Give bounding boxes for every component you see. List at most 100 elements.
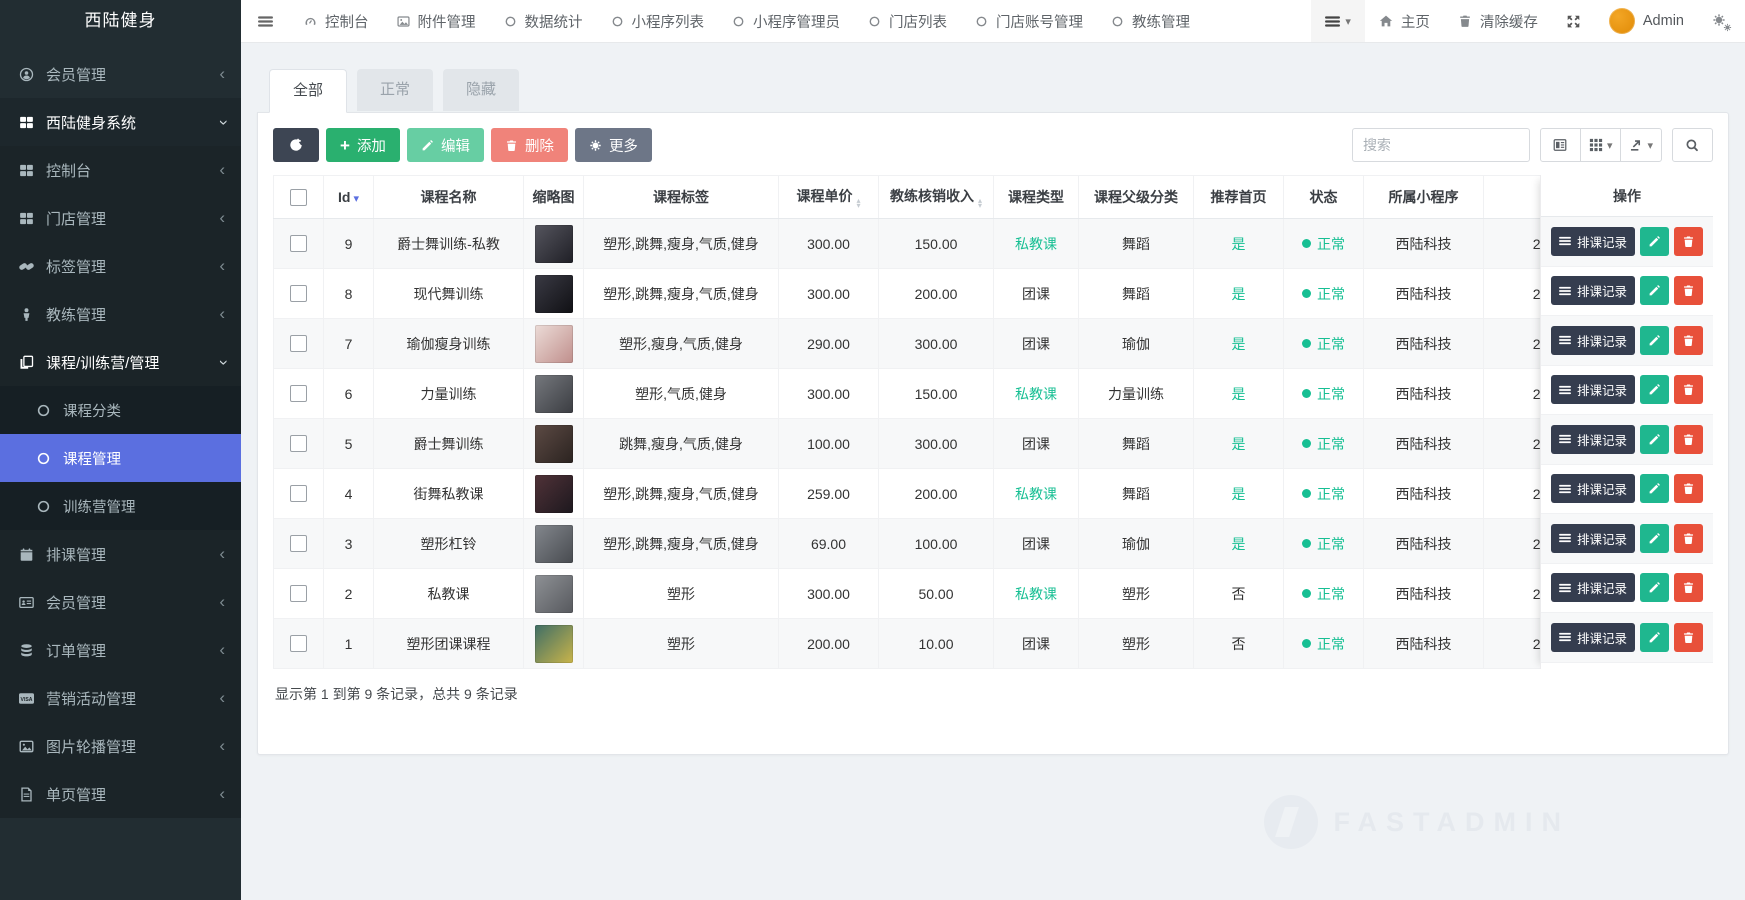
row-edit-button[interactable]: [1640, 573, 1669, 602]
card-view-button[interactable]: [1540, 128, 1581, 162]
topnav-item-attachment-management[interactable]: 附件管理: [383, 0, 490, 42]
course-thumbnail[interactable]: [535, 375, 573, 413]
sidebar-item-single-page-management[interactable]: 单页管理‹: [0, 770, 241, 818]
sidebar-item-member-management[interactable]: 会员管理‹: [0, 578, 241, 626]
row-checkbox[interactable]: [290, 585, 307, 602]
search-input[interactable]: [1352, 128, 1530, 162]
delete-button[interactable]: 删除: [491, 128, 568, 162]
row-delete-button[interactable]: [1674, 425, 1703, 454]
schedule-records-button[interactable]: 排课记录: [1551, 623, 1635, 652]
topnav-item-coach-management[interactable]: 教练管理: [1097, 0, 1204, 42]
topnav-item-dashboard[interactable]: 控制台: [290, 0, 383, 42]
row-edit-button[interactable]: [1640, 524, 1669, 553]
home-icon: [1379, 14, 1393, 28]
sidebar-item-banner-management[interactable]: 图片轮播管理‹: [0, 722, 241, 770]
sidebar-item-schedule-management[interactable]: 排课管理‹: [0, 530, 241, 578]
sidebar-item-course-management[interactable]: 课程管理: [0, 434, 241, 482]
sidebar-item-course-camp-management[interactable]: 课程/训练营/管理‹: [0, 338, 241, 386]
search-button[interactable]: [1672, 128, 1713, 162]
schedule-records-button[interactable]: 排课记录: [1551, 276, 1635, 305]
schedule-records-button[interactable]: 排课记录: [1551, 326, 1635, 355]
sidebar-item-tag-management[interactable]: 标签管理‹: [0, 242, 241, 290]
list-icon: [1559, 433, 1571, 445]
row-delete-button[interactable]: [1674, 276, 1703, 305]
row-checkbox[interactable]: [290, 335, 307, 352]
home-link[interactable]: 主页: [1365, 0, 1444, 42]
add-button[interactable]: + 添加: [326, 128, 400, 162]
row-edit-button[interactable]: [1640, 276, 1669, 305]
row-delete-button[interactable]: [1674, 623, 1703, 652]
sidebar-item-member-management-top[interactable]: 会员管理‹: [0, 50, 241, 98]
row-delete-button[interactable]: [1674, 524, 1703, 553]
row-checkbox[interactable]: [290, 535, 307, 552]
course-thumbnail[interactable]: [535, 325, 573, 363]
row-delete-button[interactable]: [1674, 227, 1703, 256]
watermark-text: FASTADMIN: [1334, 807, 1571, 838]
topnav-item-miniapp-list[interactable]: 小程序列表: [597, 0, 719, 42]
row-checkbox[interactable]: [290, 235, 307, 252]
sidebar-item-label: 图片轮播管理: [46, 736, 136, 757]
topnav-item-data-statistics[interactable]: 数据统计: [490, 0, 597, 42]
tab-2[interactable]: 隐藏: [443, 69, 519, 111]
column-header-income[interactable]: 教练核销收入▴▾: [879, 176, 994, 219]
column-header-price[interactable]: 课程单价▴▾: [779, 176, 879, 219]
row-delete-button[interactable]: [1674, 474, 1703, 503]
export-button[interactable]: ▾: [1620, 128, 1662, 162]
sidebar-toggle-button[interactable]: [241, 0, 290, 42]
sidebar-item-course-category[interactable]: 课程分类: [0, 386, 241, 434]
topnav-item-store-account-management[interactable]: 门店账号管理: [961, 0, 1097, 42]
sidebar-item-marketing-management[interactable]: VISA营销活动管理‹: [0, 674, 241, 722]
fullscreen-button[interactable]: [1552, 0, 1595, 42]
user-menu[interactable]: Admin: [1595, 0, 1698, 42]
course-thumbnail[interactable]: [535, 275, 573, 313]
refresh-button[interactable]: [273, 128, 319, 162]
columns-button[interactable]: ▾: [1580, 128, 1622, 162]
course-thumbnail[interactable]: [535, 425, 573, 463]
row-checkbox[interactable]: [290, 635, 307, 652]
brand-logo[interactable]: 西陆健身: [0, 0, 241, 42]
schedule-records-button[interactable]: 排课记录: [1551, 375, 1635, 404]
row-edit-button[interactable]: [1640, 623, 1669, 652]
settings-button[interactable]: [1698, 0, 1745, 42]
sidebar-item-store-management[interactable]: 门店管理‹: [0, 194, 241, 242]
topnav-item-store-list[interactable]: 门店列表: [854, 0, 961, 42]
row-delete-button[interactable]: [1674, 326, 1703, 355]
cell-parent: 舞蹈: [1079, 269, 1194, 319]
schedule-records-button[interactable]: 排课记录: [1551, 425, 1635, 454]
sidebar-item-coach-management[interactable]: 教练管理‹: [0, 290, 241, 338]
edit-button[interactable]: 编辑: [407, 128, 484, 162]
schedule-records-button[interactable]: 排课记录: [1551, 573, 1635, 602]
row-delete-button[interactable]: [1674, 375, 1703, 404]
schedule-records-button[interactable]: 排课记录: [1551, 474, 1635, 503]
row-checkbox[interactable]: [290, 485, 307, 502]
topnav-item-miniapp-admin[interactable]: 小程序管理员: [718, 0, 854, 42]
row-checkbox[interactable]: [290, 385, 307, 402]
sidebar-item-console[interactable]: 控制台‹: [0, 146, 241, 194]
select-all-checkbox[interactable]: [290, 189, 307, 206]
column-header-status: 状态: [1284, 176, 1364, 219]
course-thumbnail[interactable]: [535, 625, 573, 663]
more-button[interactable]: 更多: [575, 128, 652, 162]
course-thumbnail[interactable]: [535, 475, 573, 513]
schedule-records-button[interactable]: 排课记录: [1551, 524, 1635, 553]
sidebar-item-xilu-fitness-system[interactable]: 西陆健身系统‹: [0, 98, 241, 146]
sidebar-item-order-management[interactable]: 订单管理‹: [0, 626, 241, 674]
course-thumbnail[interactable]: [535, 575, 573, 613]
course-thumbnail[interactable]: [535, 525, 573, 563]
row-edit-button[interactable]: [1640, 227, 1669, 256]
row-checkbox[interactable]: [290, 435, 307, 452]
column-header-id[interactable]: Id▾: [324, 176, 374, 219]
clear-cache-link[interactable]: 清除缓存: [1444, 0, 1552, 42]
tab-0[interactable]: 全部: [269, 69, 347, 113]
row-edit-button[interactable]: [1640, 326, 1669, 355]
course-thumbnail[interactable]: [535, 225, 573, 263]
schedule-records-button[interactable]: 排课记录: [1551, 227, 1635, 256]
row-edit-button[interactable]: [1640, 474, 1669, 503]
row-delete-button[interactable]: [1674, 573, 1703, 602]
tab-1[interactable]: 正常: [357, 69, 433, 111]
sidebar-item-training-camp-management[interactable]: 训练营管理: [0, 482, 241, 530]
row-edit-button[interactable]: [1640, 425, 1669, 454]
menu-list-dropdown[interactable]: ▾: [1311, 0, 1365, 42]
row-edit-button[interactable]: [1640, 375, 1669, 404]
row-checkbox[interactable]: [290, 285, 307, 302]
